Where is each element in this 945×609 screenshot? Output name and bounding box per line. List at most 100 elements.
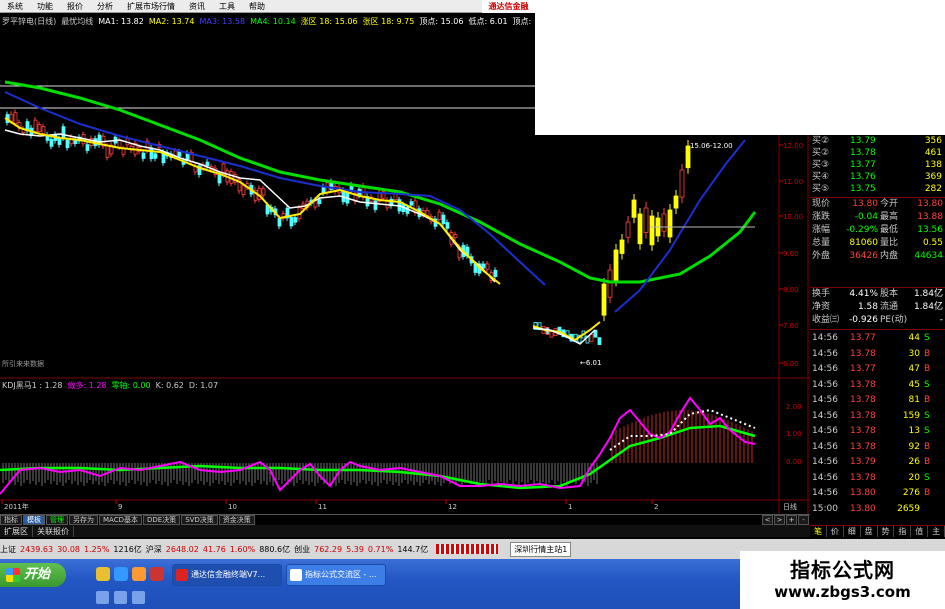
indicator-tab[interactable]: SVD决策 [181, 515, 218, 525]
indicator-tab[interactable]: 另存为 [69, 515, 98, 525]
app-icon[interactable] [132, 567, 146, 581]
tick-price: 13.78 [850, 426, 876, 436]
folder-icon[interactable] [96, 567, 110, 581]
tick-volume: 44 [908, 333, 920, 343]
stat-value: 0.55 [922, 238, 943, 248]
scroll-arrow-button[interactable]: < [762, 515, 773, 525]
candle [241, 185, 246, 196]
tick-volume: 13 [908, 426, 920, 436]
tick-time: 14:56 [812, 441, 838, 452]
bid-price: 13.78 [850, 148, 876, 158]
stat-row: 收益㈢ -0.926 PE(动) - [810, 315, 945, 326]
candle [643, 207, 649, 233]
stat-value: 1.58 [857, 302, 878, 312]
price-tick-label: 7.00 [783, 322, 799, 330]
stat-value: -0.926 [848, 315, 878, 325]
tick-volume: 20 [908, 472, 920, 483]
tray-icon[interactable] [132, 591, 145, 604]
quote-tab[interactable]: 盘 [861, 526, 878, 537]
bid-volume: 369 [924, 172, 942, 182]
browser-icon [290, 569, 302, 581]
stat-label: 收益㈢ [812, 315, 840, 325]
date-tick-label: 1 [568, 503, 572, 511]
tick-volume: 47 [908, 364, 920, 374]
kdj-tick-label: 0.00 [786, 458, 802, 466]
tick-price: 13.78 [850, 348, 876, 359]
indicator-tab[interactable]: 指标 [0, 515, 22, 525]
extension-tab[interactable]: 关联报价 [33, 525, 74, 537]
stat-value: 4.41% [849, 289, 878, 299]
tick-side: S [924, 472, 930, 483]
server-status[interactable]: 深圳行情主站1 [510, 541, 572, 557]
candle [293, 217, 298, 223]
candle [153, 153, 158, 159]
candlestick-chart[interactable]: 12.00 11.00 10.00 9.00 8.00 7.00 6.00 2.00 1.00 0… [0, 0, 810, 514]
sh-label: 上证 [0, 544, 16, 554]
candle [445, 222, 450, 229]
stat-label: 最高 [880, 212, 899, 222]
quote-tab[interactable]: 细 [844, 526, 861, 537]
scroll-arrow-button[interactable]: - [798, 515, 809, 525]
candle [661, 213, 667, 232]
stat-label: 净资 [812, 302, 831, 312]
sz-label: 沪深 [145, 544, 162, 554]
period-label[interactable]: 日线 [783, 502, 797, 511]
indicator-tab[interactable]: MACD基本 [99, 515, 142, 525]
bid-label: 买④ [812, 172, 830, 182]
stat-row: 换手 4.41% 股本 1.84亿 [810, 289, 945, 300]
candle [61, 126, 66, 139]
extension-tab[interactable]: 扩展区 [0, 525, 33, 537]
tdx-app-icon [176, 569, 188, 581]
tick-volume: 30 [908, 348, 920, 359]
quote-tab[interactable]: 势 [878, 526, 895, 537]
quote-tab[interactable]: 指 [894, 526, 912, 537]
watermark: 指标公式网 www.zbgs3.com [740, 551, 945, 609]
stat-label: 股本 [880, 289, 899, 299]
stat-row: 现价 13.80 今开 13.80 [810, 199, 945, 210]
candle [373, 200, 378, 210]
bid-price: 13.79 [850, 136, 876, 146]
tray-icon[interactable] [96, 591, 109, 604]
tick-row: 14:56 13.78 30 B [810, 349, 945, 360]
bid-row: 买⑤ 13.75 282 [810, 184, 945, 195]
tick-price: 13.79 [850, 457, 876, 467]
sh-value: 2439.63 [20, 544, 54, 554]
quote-tab[interactable]: 笔 [810, 526, 827, 537]
scroll-arrow-button[interactable]: + [786, 515, 797, 525]
media-icon[interactable] [150, 567, 164, 581]
scroll-arrow-button[interactable]: > [774, 515, 785, 525]
candle [177, 151, 182, 157]
cy-change: 5.39 [346, 544, 364, 554]
candle [149, 147, 154, 160]
tick-price: 13.78 [850, 379, 876, 390]
candle [619, 239, 625, 254]
sz-change: 41.76 [202, 544, 226, 554]
quote-tabs[interactable]: 笔价细盘势指值主 [810, 525, 945, 537]
start-button[interactable]: 开始 [0, 563, 66, 587]
ie-icon[interactable] [114, 567, 128, 581]
taskbar-item-tdx[interactable]: 通达信金融终端V7... [172, 564, 282, 586]
candle [437, 211, 442, 220]
taskbar-item-forum[interactable]: 指标公式交流区 - ... [286, 564, 386, 586]
quote-tab[interactable]: 价 [827, 526, 844, 537]
indicator-tab[interactable]: 资金决策 [218, 515, 255, 525]
indicator-tab[interactable]: DDE决策 [142, 515, 181, 525]
indicator-tab[interactable]: 模板 [23, 515, 45, 525]
bid-volume: 461 [924, 148, 942, 158]
tray-icon[interactable] [114, 591, 127, 604]
quote-tab[interactable]: 主 [928, 526, 945, 537]
price-tick-label: 9.00 [783, 250, 799, 258]
tick-price: 13.80 [850, 488, 876, 498]
stat-value: 13.56 [917, 225, 943, 235]
candle [597, 337, 602, 346]
indicator-tab[interactable]: 管理 [46, 515, 68, 525]
candle [277, 218, 282, 227]
quote-tab[interactable]: 值 [911, 526, 929, 537]
indicator-tab-bar[interactable]: 指标 模板 管理 另存为 MACD基本 DDE决策 SVD决策 资金决策 < > + - [0, 514, 810, 525]
extension-tabs[interactable]: 扩展区 关联报价 [0, 525, 810, 537]
candle [9, 113, 14, 122]
candle [57, 137, 62, 145]
candle [13, 112, 18, 124]
stat-label: 今开 [880, 199, 899, 209]
tick-row: 14:56 13.78 13 S [810, 426, 945, 437]
